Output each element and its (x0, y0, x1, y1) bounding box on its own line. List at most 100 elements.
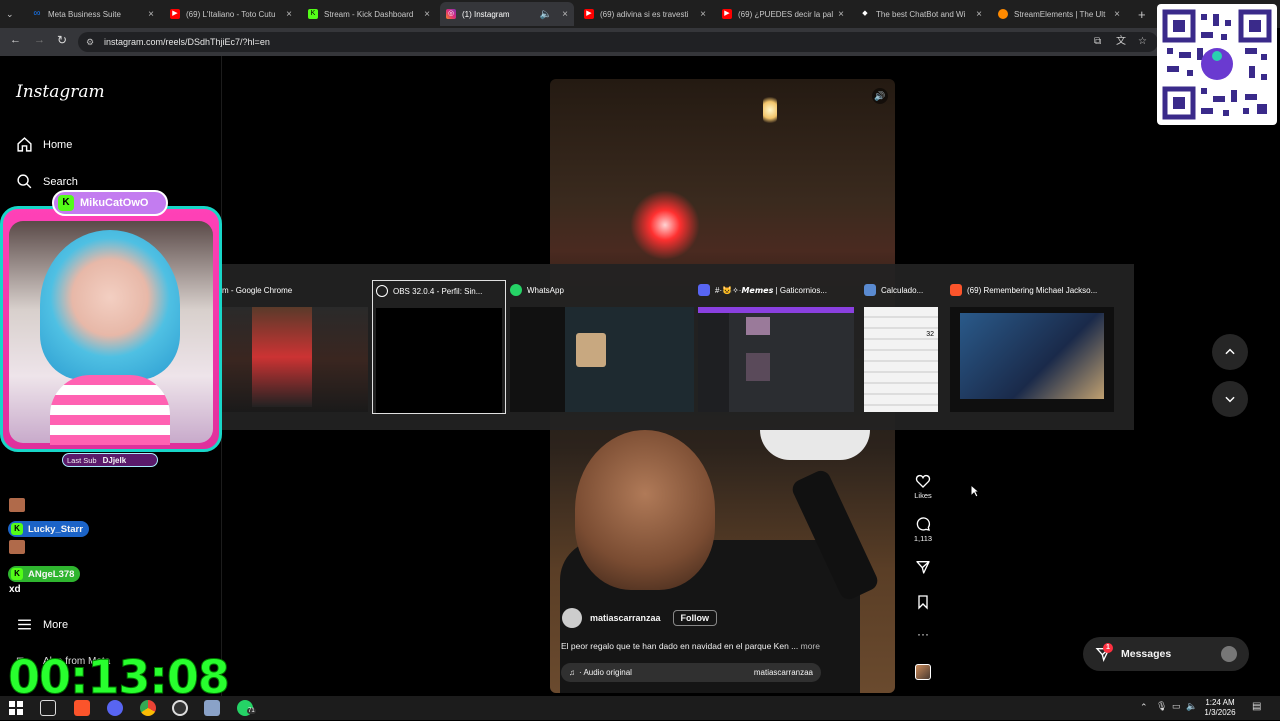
kick-icon: K (11, 523, 23, 535)
thumbnail-video (252, 307, 312, 407)
reel-audio[interactable]: ♫ · Audio original matiascarranzaa (561, 663, 821, 682)
nav-search[interactable]: Search (16, 173, 78, 190)
switcher-window-discord[interactable]: #·😺✧·𝙈𝙚𝙢𝙚𝙨 | Gaticornios... (698, 280, 854, 414)
taskbar-clock[interactable]: 1:24 AM 1/3/2026 (1200, 698, 1240, 718)
close-icon[interactable]: × (976, 9, 982, 20)
calculator-display: 32 (926, 331, 934, 338)
back-icon[interactable]: ← (10, 34, 21, 46)
task-view-icon[interactable] (40, 700, 56, 716)
chevron-down-icon (1225, 396, 1235, 403)
comment-button[interactable]: 1,113 (909, 516, 937, 543)
window-thumbnail (222, 307, 368, 412)
streamer-face (40, 230, 180, 380)
brave-icon (950, 284, 962, 296)
whatsapp-icon[interactable]: 71 (237, 700, 256, 716)
switcher-window-calculator[interactable]: Calculado... 32 (864, 280, 938, 414)
volume-tray-icon[interactable]: 🔈 (1186, 701, 1197, 712)
tab-search-dropdown[interactable]: ⌄ (0, 2, 24, 26)
volume-icon[interactable]: 🔊 (872, 88, 888, 104)
translate-icon[interactable]: 文 (1116, 32, 1126, 52)
speaker-icon[interactable]: 🔈 (540, 9, 552, 20)
more-options-icon[interactable]: ··· (909, 627, 937, 641)
instagram-icon: ◎ (446, 9, 456, 19)
nav-more[interactable]: More (16, 616, 68, 633)
tab-chatbot[interactable]: ◆ The best ChatBot and Wi × (854, 2, 988, 26)
bookmark-star-icon[interactable]: ☆ (1138, 32, 1147, 52)
author-username[interactable]: matiascarranzaa (590, 613, 661, 623)
discord-icon[interactable] (107, 700, 123, 716)
obs-icon (376, 285, 388, 297)
video-santa-hat (760, 430, 870, 460)
start-icon[interactable] (8, 700, 24, 716)
follow-button[interactable]: Follow (672, 610, 718, 626)
tray-chevron-icon[interactable]: ⌃ (1140, 702, 1148, 713)
tab-youtube-puedes[interactable]: ▶ (69) ¿PUEDES decir la pal × (716, 2, 850, 26)
nav-home[interactable]: Home (16, 136, 72, 153)
window-thumbnail (510, 307, 694, 412)
close-icon[interactable]: × (700, 9, 706, 20)
streamer-striped-top (50, 375, 170, 445)
site-info-icon[interactable]: ⚙ (86, 32, 94, 52)
christmas-light (630, 190, 700, 260)
close-icon[interactable]: × (286, 9, 292, 20)
tab-instagram[interactable]: ◎ (1) Instagram 🔈 × (440, 2, 574, 26)
video-person-face (575, 430, 715, 590)
close-icon[interactable]: × (562, 9, 568, 20)
share-button[interactable] (909, 559, 937, 577)
previous-reel-button[interactable] (1212, 334, 1248, 370)
calculator-icon (864, 284, 876, 296)
tab-youtube-italiano[interactable]: ▶ (69) L'Italiano - Toto Cutu × (164, 2, 298, 26)
new-tab-button[interactable]: + (1132, 2, 1154, 26)
close-icon[interactable]: × (1114, 9, 1120, 20)
window-thumbnail: 32 (864, 307, 938, 412)
kick-icon: K (58, 195, 74, 211)
network-icon[interactable]: ▭ (1172, 701, 1181, 712)
tab-streamelements[interactable]: StreamElements | The Ult × (992, 2, 1126, 26)
chat-emote (9, 540, 25, 554)
switcher-window-brave[interactable]: (69) Remembering Michael Jackso... (950, 280, 1114, 414)
close-icon[interactable]: × (838, 9, 844, 20)
audio-thumbnail[interactable] (915, 664, 931, 680)
tab-kick-dashboard[interactable]: K Stream - Kick Dashboard × (302, 2, 436, 26)
reload-icon[interactable]: ↻ (57, 33, 67, 47)
heart-icon (915, 474, 931, 488)
instagram-logo[interactable]: Instagram (16, 82, 105, 102)
forward-icon[interactable]: → (34, 34, 45, 46)
windows-taskbar (0, 696, 1280, 720)
close-icon[interactable]: × (424, 9, 430, 20)
save-button[interactable] (909, 594, 937, 612)
tab-meta-business[interactable]: ∞ Meta Business Suite × (26, 2, 160, 26)
window-thumbnail (950, 307, 1114, 412)
tab-youtube-adivina[interactable]: ▶ (69) adivina si es travesti × (578, 2, 712, 26)
kick-icon: K (11, 568, 23, 580)
messages-button[interactable]: 1 Messages (1083, 637, 1249, 671)
meta-icon: ∞ (33, 8, 41, 19)
chevron-up-icon (1225, 348, 1235, 355)
youtube-icon: ▶ (170, 9, 180, 19)
window-thumbnail (376, 308, 502, 413)
home-icon (17, 137, 32, 152)
like-button[interactable]: Likes (909, 473, 937, 500)
switcher-window-obs[interactable]: OBS 32.0.4 - Perfil: Sin... (372, 280, 506, 414)
install-app-icon[interactable]: ⧉ (1094, 32, 1101, 52)
avatar[interactable] (562, 608, 582, 628)
obs-icon[interactable] (172, 700, 188, 716)
notification-icon[interactable]: ▤ (1252, 701, 1261, 712)
next-reel-button[interactable] (1212, 381, 1248, 417)
chrome-icon[interactable] (140, 700, 156, 716)
search-icon (17, 174, 32, 189)
caption-more-link[interactable]: more (801, 641, 820, 651)
channel-name-tag: K MikuCatOwO (52, 190, 168, 216)
brave-icon[interactable] (74, 700, 90, 716)
music-note-icon: ♫ (569, 668, 575, 677)
microphone-icon[interactable]: 🎙 (1156, 701, 1167, 712)
switcher-window-whatsapp[interactable]: WhatsApp (510, 280, 694, 414)
address-bar-row: ← → ↻ ⚙ instagram.com/reels/DSdhThjiEc7/… (0, 28, 1160, 56)
url-input[interactable]: ⚙ instagram.com/reels/DSdhThjiEc7/?hl=en… (78, 32, 1158, 52)
chat-username: K ANgeL378 (8, 566, 81, 582)
close-icon[interactable]: × (148, 9, 154, 20)
bookmark-icon (918, 595, 928, 610)
switcher-window-chrome[interactable]: m - Google Chrome (222, 280, 368, 414)
window-thumbnail (698, 307, 854, 412)
calculator-icon[interactable] (204, 700, 220, 716)
